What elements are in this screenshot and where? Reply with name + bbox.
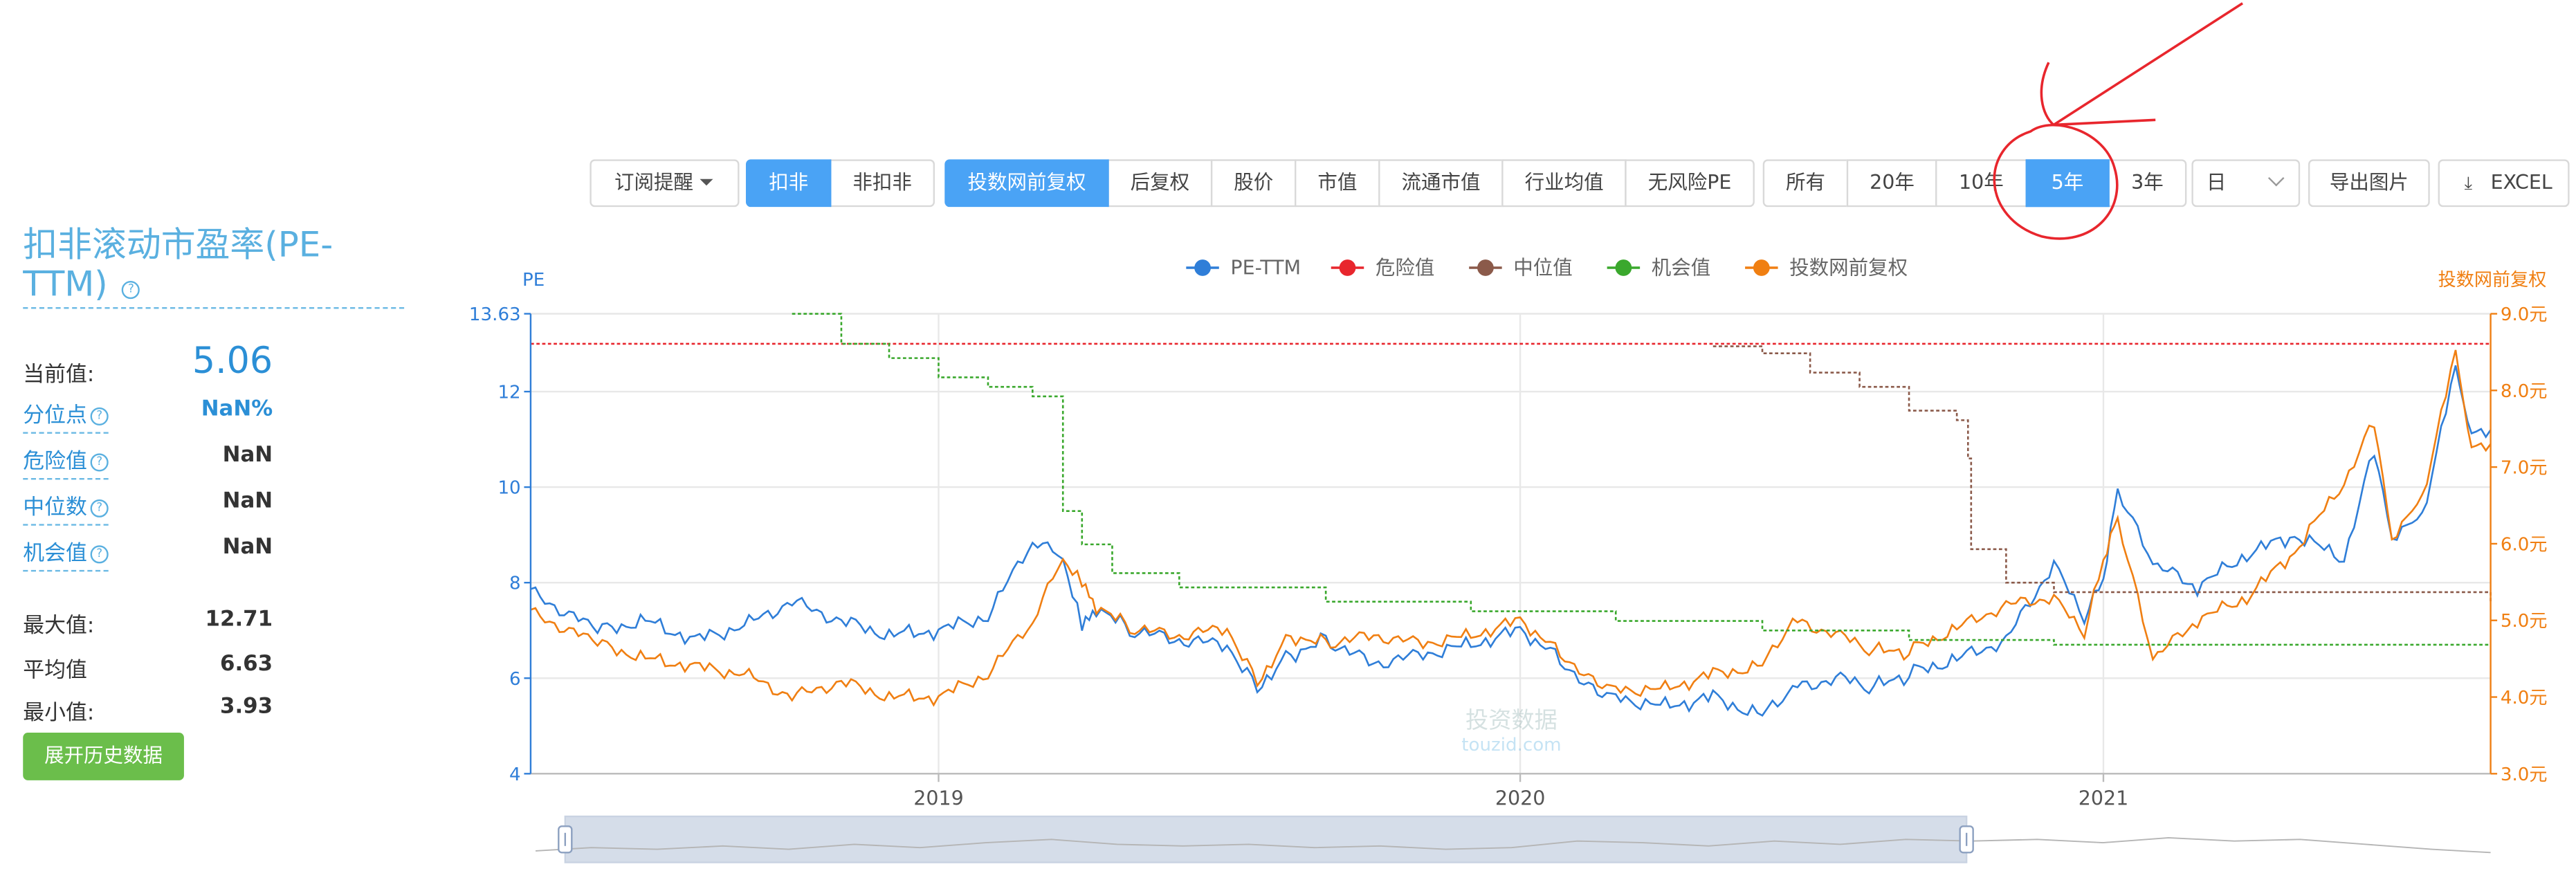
chart-grid — [529, 313, 2492, 775]
legend-label: PE-TTM — [1230, 257, 1301, 279]
y-tick-right-label: 9.0元 — [2501, 304, 2548, 325]
right-axis-title: 投数网前复权 — [2438, 270, 2547, 291]
legend-marker — [1615, 259, 1632, 276]
x-tick-label: 2019 — [913, 787, 964, 809]
legend-marker — [1477, 259, 1494, 276]
deducted-button[interactable]: 扣非 — [745, 159, 832, 208]
x-tick-label: 2021 — [2079, 787, 2129, 809]
watermark-url: touzid.com — [1461, 735, 1561, 755]
y-tick-left-label: 13.63 — [469, 304, 521, 325]
legend-label: 投数网前复权 — [1789, 257, 1908, 279]
chart-series — [530, 313, 2492, 717]
range-5y-button[interactable]: 5年 — [2025, 159, 2110, 208]
legend-label: 危险值 — [1376, 257, 1434, 279]
chart-axes: 4 6 8 10 12 13.63 3.0元 4.0元 5.0元 6.0元 7.0元 8.0元 9.0元… — [469, 304, 2548, 809]
annotation-arrow — [2040, 2, 2244, 127]
legend-label: 中位值 — [1513, 257, 1572, 279]
y-tick-right-label: 8.0元 — [2501, 381, 2548, 402]
plot-border — [529, 313, 2492, 775]
pe-chart: PE-TTM 危险值 中位值 机会值 投数网前复权 PE 投数网前复权 投资数据 tou… — [469, 2, 2548, 863]
y-tick-right-label: 5.0元 — [2501, 611, 2548, 632]
y-tick-left-label: 12 — [497, 383, 520, 403]
watermark-cn: 投资数据 — [1465, 706, 1558, 733]
y-tick-right-label: 3.0元 — [2501, 764, 2548, 785]
series-line-投数网前复权 — [530, 349, 2492, 707]
series-line-PE-TTM — [530, 365, 2492, 717]
forward-adjusted-button[interactable]: 投数网前复权 — [944, 159, 1109, 208]
range-slider[interactable] — [535, 815, 2491, 863]
chart-legend: PE-TTM 危险值 中位值 机会值 投数网前复权 — [1186, 257, 1908, 279]
y-tick-left-label: 8 — [509, 574, 521, 594]
y-tick-right-label: 4.0元 — [2501, 688, 2548, 708]
series-line-机会值 — [792, 313, 2491, 646]
y-tick-left-label: 10 — [497, 478, 520, 499]
legend-label: 机会值 — [1652, 257, 1710, 279]
legend-marker — [1339, 259, 1356, 276]
legend-marker — [1194, 259, 1211, 276]
slider-selected-range — [564, 815, 1968, 863]
watermark: 投资数据 touzid.com — [1461, 706, 1561, 755]
left-axis-title: PE — [522, 270, 545, 291]
legend-marker — [1753, 259, 1770, 276]
y-tick-right-label: 6.0元 — [2501, 534, 2548, 555]
y-tick-left-label: 4 — [509, 764, 521, 785]
y-tick-right-label: 7.0元 — [2501, 458, 2548, 479]
y-tick-left-label: 6 — [509, 669, 521, 690]
x-tick-label: 2020 — [1495, 787, 1546, 809]
